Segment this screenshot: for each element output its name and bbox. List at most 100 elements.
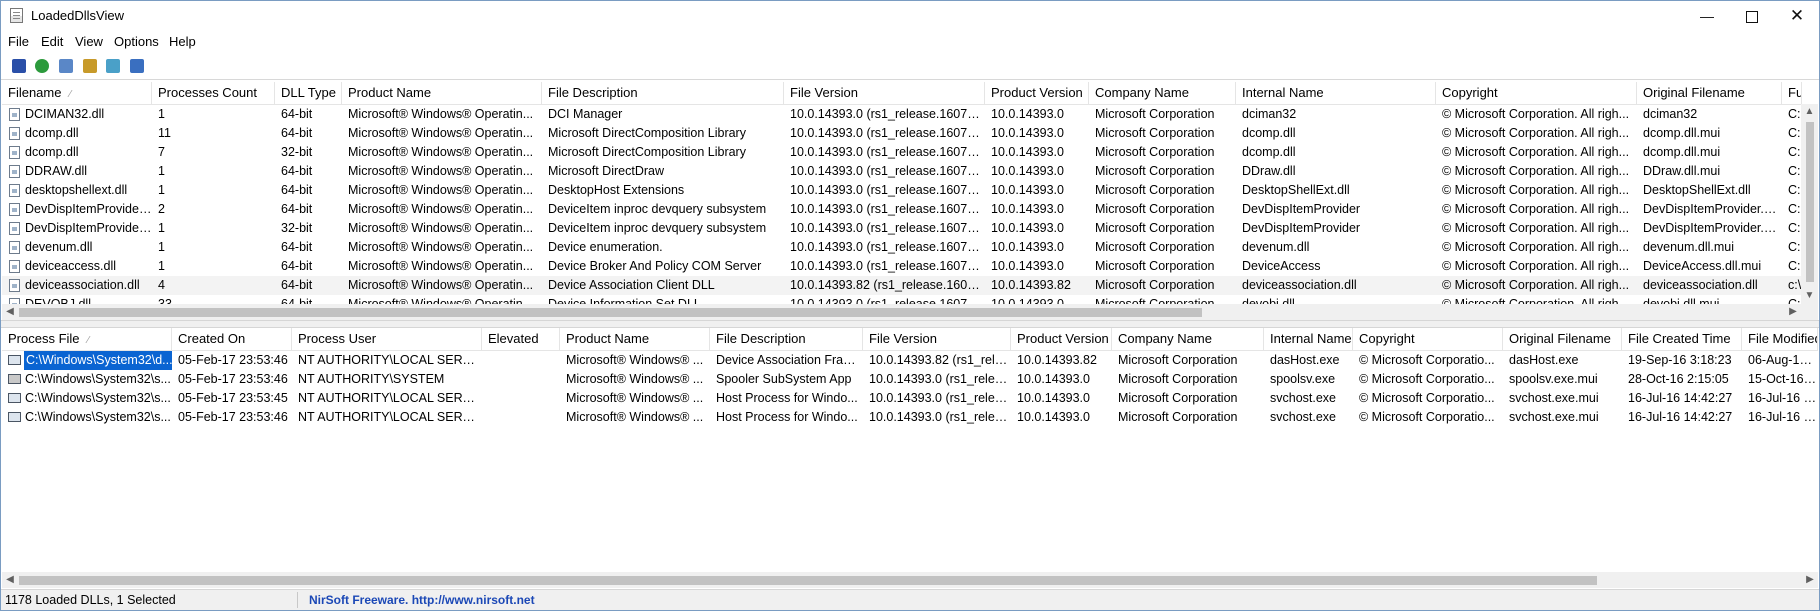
- scroll-right-icon[interactable]: ▶: [1785, 304, 1801, 320]
- cell: Microsoft® Windows® Operatin...: [342, 105, 542, 124]
- column-header[interactable]: Processes Count: [152, 82, 275, 104]
- pane-splitter[interactable]: [1, 320, 1819, 328]
- column-header-label: Original Filename: [1509, 331, 1611, 346]
- column-header[interactable]: File Description: [542, 82, 784, 104]
- maximize-button[interactable]: [1729, 1, 1775, 31]
- cell: Microsoft Corporation: [1089, 238, 1236, 257]
- column-header[interactable]: Created On: [172, 328, 292, 350]
- process-list[interactable]: Process File ⁄ Created On Process User Eleva…: [2, 328, 1818, 588]
- cell: 19-Sep-16 3:18:23: [1622, 351, 1742, 370]
- column-header[interactable]: Elevated: [482, 328, 560, 350]
- column-header[interactable]: Process User: [292, 328, 482, 350]
- menu-options[interactable]: Options: [114, 34, 159, 49]
- column-header[interactable]: Internal Name: [1264, 328, 1353, 350]
- column-header[interactable]: Product Version: [1011, 328, 1112, 350]
- process-row[interactable]: C:\Windows\System32\s... 05-Feb-17 23:53:…: [2, 370, 1818, 389]
- hscroll-thumb[interactable]: [19, 576, 1597, 585]
- scroll-left-icon[interactable]: ◀: [2, 304, 18, 320]
- cell: DDRAW.dll: [2, 162, 152, 181]
- process-row[interactable]: C:\Windows\System32\s... 05-Feb-17 23:53:…: [2, 408, 1818, 427]
- html-report-button[interactable]: [103, 56, 123, 76]
- menu-view[interactable]: View: [75, 34, 103, 49]
- minimize-button[interactable]: —: [1684, 1, 1730, 31]
- dll-row[interactable]: deviceassociation.dll 4 64-bit Microsoft® W…: [2, 276, 1818, 295]
- save-button[interactable]: [9, 56, 29, 76]
- exit-icon: [130, 59, 144, 73]
- scroll-down-icon[interactable]: ▼: [1801, 288, 1818, 304]
- cell: NT AUTHORITY\LOCAL SERVICE: [292, 351, 482, 370]
- cell-text: 64-bit: [281, 259, 313, 273]
- column-header[interactable]: File Created Time: [1622, 328, 1742, 350]
- column-header[interactable]: Original Filename: [1637, 82, 1782, 104]
- vscroll-thumb[interactable]: [1806, 122, 1814, 282]
- cell: C:: [1782, 162, 1802, 181]
- dll-row[interactable]: dcomp.dll 11 64-bit Microsoft® Windows® Ope…: [2, 124, 1818, 143]
- dll-row[interactable]: deviceaccess.dll 1 64-bit Microsoft® Window…: [2, 257, 1818, 276]
- cell: 4: [152, 276, 275, 295]
- column-header-label: Product Version: [1017, 331, 1109, 346]
- process-list-hscrollbar[interactable]: ◀ ▶: [2, 572, 1818, 588]
- dll-list-vscrollbar[interactable]: ▲ ▼: [1801, 104, 1818, 304]
- menu-help[interactable]: Help: [169, 34, 196, 49]
- dll-list-hscrollbar[interactable]: ◀ ▶: [2, 304, 1818, 320]
- cell: deviceaccess.dll: [2, 257, 152, 276]
- close-button[interactable]: ✕: [1774, 1, 1820, 31]
- cell-text: © Microsoft Corporatio...: [1359, 410, 1495, 424]
- column-header[interactable]: Company Name: [1112, 328, 1264, 350]
- menu-file[interactable]: File: [8, 34, 29, 49]
- cell: Microsoft Corporation: [1089, 257, 1236, 276]
- column-header[interactable]: File Modified T: [1742, 328, 1818, 350]
- nirsoft-link[interactable]: NirSoft Freeware. http://www.nirsoft.net: [309, 593, 535, 607]
- scroll-up-icon[interactable]: ▲: [1801, 104, 1818, 120]
- menu-edit[interactable]: Edit: [41, 34, 63, 49]
- column-header[interactable]: Original Filename: [1503, 328, 1622, 350]
- cell: C:\Windows\System32\s...: [2, 408, 172, 427]
- column-header[interactable]: Copyright: [1436, 82, 1637, 104]
- copy-button[interactable]: [56, 56, 76, 76]
- refresh-button[interactable]: [32, 56, 52, 76]
- column-header-label: Internal Name: [1270, 331, 1352, 346]
- column-header[interactable]: Product Version: [985, 82, 1089, 104]
- scroll-left-icon[interactable]: ◀: [2, 572, 18, 588]
- cell-text: C:: [1788, 240, 1801, 254]
- column-header[interactable]: Process File ⁄: [2, 328, 172, 350]
- cell-text: 10.0.14393.0 (rs1_release.160715-1...: [790, 221, 985, 235]
- dll-row[interactable]: DevDispItemProvider.... 1 32-bit Microsoft®…: [2, 219, 1818, 238]
- exit-button[interactable]: [127, 56, 147, 76]
- dll-row[interactable]: DevDispItemProvider.... 2 64-bit Microsoft®…: [2, 200, 1818, 219]
- cell-text: Microsoft® Windows® Operatin...: [348, 259, 534, 273]
- cell: spoolsv.exe: [1264, 370, 1353, 389]
- cell: Microsoft Corporation: [1089, 200, 1236, 219]
- cell-text: 10.0.14393.82: [991, 278, 1071, 292]
- cell-text: 10.0.14393.0 (rs1_release.160715-1...: [790, 240, 985, 254]
- column-header[interactable]: File Description: [710, 328, 863, 350]
- dll-list[interactable]: Filename ⁄ Processes Count DLL Type Product …: [2, 82, 1818, 320]
- column-header[interactable]: DLL Type: [275, 82, 342, 104]
- dll-row[interactable]: devenum.dll 1 64-bit Microsoft® Windows® Op…: [2, 238, 1818, 257]
- dll-row[interactable]: DDRAW.dll 1 64-bit Microsoft® Windows® Oper…: [2, 162, 1818, 181]
- column-header[interactable]: Company Name: [1089, 82, 1236, 104]
- column-header[interactable]: File Version: [863, 328, 1011, 350]
- cell-text: Microsoft DirectComposition Library: [548, 126, 746, 140]
- properties-button[interactable]: [80, 56, 100, 76]
- column-header[interactable]: Copyright: [1353, 328, 1503, 350]
- scroll-right-icon[interactable]: ▶: [1802, 572, 1818, 588]
- dll-row[interactable]: DCIMAN32.dll 1 64-bit Microsoft® Windows® O…: [2, 105, 1818, 124]
- process-row[interactable]: C:\Windows\System32\d... 05-Feb-17 23:53:…: [2, 351, 1818, 370]
- properties-icon: [83, 59, 97, 73]
- column-header-label: File Created Time: [1628, 331, 1731, 346]
- cell: 1: [152, 257, 275, 276]
- process-row[interactable]: C:\Windows\System32\s... 05-Feb-17 23:53:…: [2, 389, 1818, 408]
- dll-row[interactable]: desktopshellext.dll 1 64-bit Microsoft® Win…: [2, 181, 1818, 200]
- cell: Microsoft DirectDraw: [542, 162, 784, 181]
- column-header[interactable]: Filename ⁄: [2, 82, 152, 104]
- column-header[interactable]: Product Name: [560, 328, 710, 350]
- cell-text: 10.0.14393.0 (rs1_release...: [869, 372, 1011, 386]
- hscroll-thumb[interactable]: [19, 308, 1202, 317]
- column-header[interactable]: File Version: [784, 82, 985, 104]
- column-header[interactable]: Fu: [1782, 82, 1802, 104]
- column-header[interactable]: Product Name: [342, 82, 542, 104]
- column-header[interactable]: Internal Name: [1236, 82, 1436, 104]
- cell-text: C:: [1788, 145, 1801, 159]
- dll-row[interactable]: dcomp.dll 7 32-bit Microsoft® Windows® Oper…: [2, 143, 1818, 162]
